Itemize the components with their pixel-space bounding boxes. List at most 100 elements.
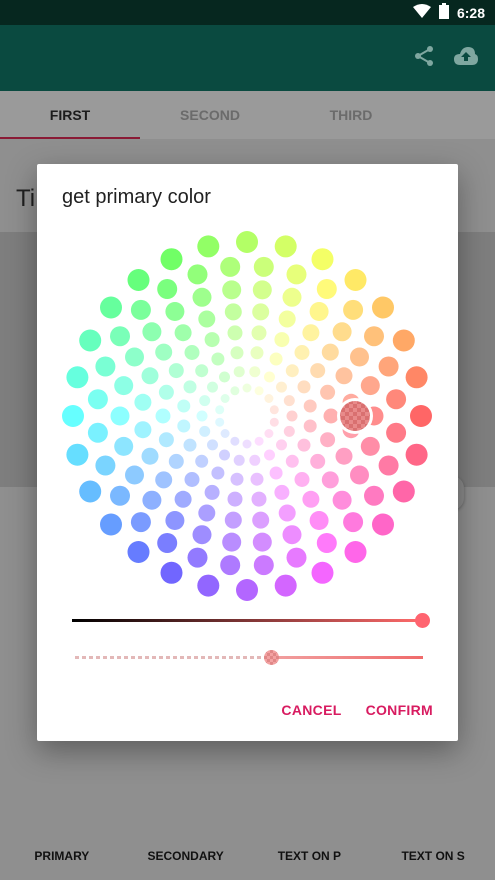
- color-swatch-dot[interactable]: [165, 511, 185, 530]
- color-swatch-dot[interactable]: [323, 408, 339, 424]
- color-swatch-dot[interactable]: [302, 324, 320, 342]
- color-swatch-dot[interactable]: [134, 421, 152, 439]
- color-swatch-dot[interactable]: [269, 405, 279, 415]
- color-swatch-dot[interactable]: [220, 429, 230, 438]
- color-swatch-dot[interactable]: [332, 490, 352, 510]
- color-swatch-dot[interactable]: [282, 525, 302, 545]
- color-swatch-dot[interactable]: [278, 310, 296, 328]
- color-swatch-dot[interactable]: [320, 432, 336, 448]
- color-swatch-dot[interactable]: [303, 419, 317, 433]
- color-swatch-dot[interactable]: [168, 363, 184, 379]
- color-swatch-dot[interactable]: [195, 454, 209, 468]
- color-swatch-dot[interactable]: [253, 555, 274, 576]
- cancel-button[interactable]: CANCEL: [281, 702, 341, 718]
- color-swatch-dot[interactable]: [274, 574, 297, 597]
- color-swatch-dot[interactable]: [155, 408, 171, 424]
- color-swatch-dot[interactable]: [227, 325, 243, 341]
- color-swatch-dot[interactable]: [285, 454, 299, 468]
- color-swatch-dot[interactable]: [211, 352, 225, 366]
- color-swatch-dot[interactable]: [230, 472, 244, 486]
- color-swatch-dot[interactable]: [386, 422, 407, 443]
- color-swatch-dot[interactable]: [134, 393, 152, 411]
- color-swatch-dot[interactable]: [311, 248, 334, 271]
- color-swatch-dot[interactable]: [168, 453, 184, 469]
- color-swatch-dot[interactable]: [142, 490, 162, 510]
- color-swatch-dot[interactable]: [141, 367, 159, 385]
- color-swatch-dot[interactable]: [198, 504, 216, 522]
- color-swatch-dot[interactable]: [199, 425, 211, 437]
- color-swatch-dot[interactable]: [274, 332, 290, 348]
- alpha-slider-track-left[interactable]: [75, 656, 271, 659]
- color-swatch-dot[interactable]: [155, 471, 173, 489]
- color-swatch-dot[interactable]: [286, 547, 307, 568]
- color-swatch-dot[interactable]: [269, 352, 283, 366]
- color-swatch-dot[interactable]: [350, 347, 369, 367]
- color-swatch-dot[interactable]: [155, 343, 173, 361]
- color-swatch-dot[interactable]: [344, 541, 367, 563]
- color-swatch-dot[interactable]: [66, 443, 89, 466]
- color-swatch-dot[interactable]: [297, 380, 311, 394]
- color-wheel[interactable]: [37, 224, 458, 604]
- color-swatch-dot[interactable]: [378, 455, 399, 476]
- secondary-button[interactable]: SECONDARY: [124, 849, 248, 863]
- color-swatch-dot[interactable]: [252, 303, 270, 321]
- color-swatch-dot[interactable]: [224, 511, 242, 529]
- color-swatch-dot[interactable]: [310, 363, 326, 379]
- color-swatch-dot[interactable]: [114, 376, 134, 396]
- cloud-upload-icon[interactable]: [453, 46, 479, 71]
- color-swatch-dot[interactable]: [236, 231, 258, 253]
- color-swatch-dot[interactable]: [87, 389, 108, 410]
- color-swatch-dot[interactable]: [142, 322, 162, 342]
- color-swatch-dot[interactable]: [127, 541, 150, 563]
- color-swatch-dot[interactable]: [343, 512, 364, 533]
- color-swatch-dot[interactable]: [269, 417, 279, 427]
- color-swatch-dot[interactable]: [242, 383, 252, 393]
- color-swatch-dot[interactable]: [264, 394, 274, 403]
- color-swatch-dot[interactable]: [79, 329, 102, 352]
- lightness-slider-track[interactable]: [72, 619, 422, 622]
- alpha-slider-thumb[interactable]: [264, 650, 279, 665]
- color-swatch-dot[interactable]: [110, 485, 130, 506]
- color-swatch-dot[interactable]: [321, 343, 339, 361]
- color-swatch-dot[interactable]: [316, 279, 337, 299]
- color-swatch-dot[interactable]: [196, 410, 208, 422]
- color-swatch-dot[interactable]: [283, 395, 295, 407]
- alpha-slider-track-right[interactable]: [271, 656, 423, 659]
- color-swatch-dot[interactable]: [79, 480, 102, 503]
- color-swatch-dot[interactable]: [372, 513, 394, 536]
- color-swatch-dot[interactable]: [204, 332, 220, 348]
- color-swatch-dot[interactable]: [274, 235, 297, 258]
- tab-first[interactable]: FIRST: [0, 91, 140, 139]
- color-swatch-dot[interactable]: [110, 326, 130, 347]
- color-swatch-dot[interactable]: [249, 366, 261, 378]
- color-swatch-dot[interactable]: [350, 465, 369, 485]
- color-swatch-dot[interactable]: [233, 366, 245, 378]
- color-swatch-dot[interactable]: [174, 490, 192, 508]
- color-swatch-dot[interactable]: [405, 443, 428, 466]
- color-swatch-dot[interactable]: [250, 346, 264, 360]
- color-swatch-dot[interactable]: [215, 417, 225, 427]
- color-swatch-dot[interactable]: [253, 256, 274, 277]
- color-swatch-dot[interactable]: [233, 454, 245, 466]
- color-swatch-dot[interactable]: [286, 410, 298, 422]
- color-swatch-dot[interactable]: [372, 296, 394, 319]
- color-swatch-dot[interactable]: [125, 465, 144, 485]
- color-swatch-dot[interactable]: [219, 449, 230, 461]
- color-swatch-dot[interactable]: [62, 405, 84, 427]
- color-swatch-dot[interactable]: [276, 381, 287, 393]
- color-swatch-dot[interactable]: [127, 269, 150, 291]
- color-swatch-dot[interactable]: [219, 371, 230, 383]
- color-swatch-dot[interactable]: [282, 287, 302, 307]
- color-swatch-dot[interactable]: [309, 302, 329, 321]
- confirm-button[interactable]: CONFIRM: [366, 702, 433, 718]
- color-swatch-dot[interactable]: [160, 561, 183, 584]
- color-swatch-dot[interactable]: [220, 394, 230, 403]
- color-swatch-dot[interactable]: [278, 504, 296, 522]
- color-swatch-dot[interactable]: [269, 466, 283, 480]
- color-swatch-dot[interactable]: [264, 429, 274, 438]
- share-icon[interactable]: [413, 45, 435, 72]
- color-swatch-dot[interactable]: [378, 356, 399, 377]
- color-swatch-dot[interactable]: [157, 279, 178, 299]
- color-swatch-dot[interactable]: [197, 574, 220, 597]
- color-swatch-dot[interactable]: [310, 453, 326, 469]
